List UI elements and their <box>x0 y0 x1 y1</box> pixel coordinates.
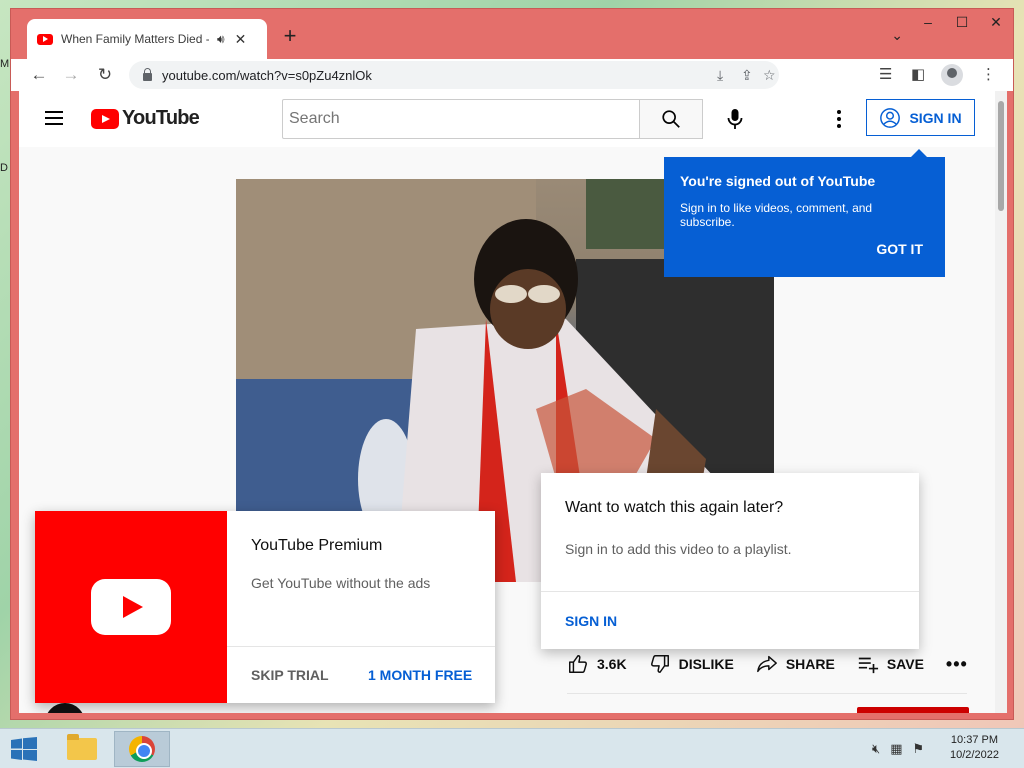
back-button[interactable]: ← <box>27 63 51 87</box>
youtube-favicon-icon <box>37 33 53 45</box>
search-field[interactable] <box>282 99 640 139</box>
watch-later-body: Sign in to add this video to a playlist. <box>565 541 792 557</box>
save-button[interactable]: SAVE <box>857 653 924 675</box>
system-tray: 🔇︎ ▦ ⚑ <box>872 741 924 757</box>
chrome-icon <box>129 736 155 762</box>
watch-later-popup: Want to watch this again later? Sign in … <box>541 473 919 649</box>
browser-window: When Family Matters Died - 🔊︎ ✕ + ⌄ – ☐ … <box>10 8 1014 720</box>
install-icon[interactable]: ⤓ <box>717 67 723 84</box>
search-icon <box>662 110 680 128</box>
network-icon[interactable]: ▦ <box>890 741 902 757</box>
forward-button[interactable]: → <box>59 63 83 87</box>
divider <box>227 646 495 647</box>
divider <box>541 591 919 592</box>
youtube-header: YouTube Search SIGN IN <box>19 91 995 147</box>
search-button[interactable] <box>639 99 703 139</box>
lock-icon[interactable] <box>143 68 152 81</box>
tab-title: When Family Matters Died - <box>61 32 209 46</box>
tab-search-icon[interactable]: ⌄ <box>891 27 903 44</box>
more-actions-icon[interactable]: ••• <box>946 654 968 675</box>
youtube-logo-icon <box>91 108 119 129</box>
divider <box>567 693 967 694</box>
browser-tab[interactable]: When Family Matters Died - 🔊︎ ✕ <box>27 19 267 59</box>
free-trial-button[interactable]: 1 MONTH FREE <box>368 667 472 683</box>
youtube-play-logo-icon <box>91 579 171 635</box>
menu-icon[interactable] <box>45 111 63 125</box>
system-clock[interactable]: 10:37 PM 10/2/2022 <box>950 733 999 763</box>
clock-time: 10:37 PM <box>950 734 999 746</box>
sign-in-label: SIGN IN <box>909 109 962 126</box>
browser-toolbar: ← → ↻ youtube.com/watch?v=s0pZu4znlOk ⤓ … <box>11 59 1013 91</box>
clock-date: 10/2/2022 <box>950 749 999 761</box>
tooltip-title: You're signed out of YouTube <box>680 173 876 189</box>
premium-artwork <box>35 511 227 703</box>
voice-search-button[interactable] <box>719 103 751 135</box>
reading-list-icon[interactable]: ☰ <box>879 65 892 83</box>
profile-avatar-icon[interactable] <box>941 64 963 86</box>
bookmark-star-icon[interactable]: ☆ <box>763 67 776 84</box>
new-tab-button[interactable]: + <box>277 23 303 49</box>
desktop-icon-label: M <box>0 58 10 70</box>
url-text[interactable]: youtube.com/watch?v=s0pZu4znlOk <box>162 68 372 83</box>
signed-out-tooltip: You're signed out of YouTube Sign in to … <box>664 149 945 277</box>
speaker-icon[interactable]: 🔊︎ <box>217 32 225 47</box>
thumbs-down-icon <box>650 655 669 673</box>
share-label: SHARE <box>785 656 835 672</box>
microphone-icon <box>727 109 743 129</box>
minimize-button[interactable]: – <box>911 9 945 35</box>
premium-title: YouTube Premium <box>251 537 383 554</box>
playlist-add-icon <box>858 657 878 674</box>
channel-avatar[interactable] <box>45 703 85 713</box>
sign-in-button[interactable]: SIGN IN <box>866 99 975 136</box>
tab-bar: When Family Matters Died - 🔊︎ ✕ + ⌄ – ☐ … <box>11 9 1013 59</box>
flag-icon[interactable]: ⚑ <box>913 741 925 757</box>
like-button[interactable]: 3.6K <box>567 653 627 675</box>
watch-later-sign-in-button[interactable]: SIGN IN <box>565 613 617 629</box>
premium-promo: YouTube Premium Get YouTube without the … <box>35 511 495 703</box>
save-label: SAVE <box>886 656 924 672</box>
thumbs-up-icon <box>569 655 587 673</box>
windows-start-icon[interactable] <box>10 737 38 761</box>
tooltip-body: Sign in to like videos, comment, and sub… <box>680 201 873 229</box>
taskbar: 🔇︎ ▦ ⚑ 10:37 PM 10/2/2022 <box>0 728 1024 768</box>
share-page-icon[interactable]: ⇪ <box>741 67 753 84</box>
search-input[interactable] <box>283 100 639 138</box>
file-explorer-button[interactable] <box>54 731 110 767</box>
window-controls: – ☐ ✕ <box>911 9 1013 35</box>
chrome-taskbar-button[interactable] <box>114 731 170 767</box>
dislike-button[interactable]: DISLIKE <box>649 653 734 675</box>
speaker-muted-icon[interactable]: 🔇︎ <box>872 741 880 757</box>
tab-close-icon[interactable]: ✕ <box>235 31 247 48</box>
folder-icon <box>67 734 97 760</box>
video-actions: 3.6K DISLIKE SHARE SAVE ••• <box>567 653 968 675</box>
premium-subtitle: Get YouTube without the ads <box>251 575 431 591</box>
page-scrollbar[interactable] <box>995 91 1007 713</box>
settings-more-icon[interactable] <box>827 103 851 135</box>
scrollbar-thumb[interactable] <box>998 101 1004 211</box>
youtube-logo[interactable]: YouTube <box>91 107 200 130</box>
side-panel-icon[interactable]: ◧ <box>911 65 925 83</box>
reload-button[interactable]: ↻ <box>93 63 117 87</box>
skip-trial-button[interactable]: SKIP TRIAL <box>251 667 329 683</box>
share-button[interactable]: SHARE <box>756 653 835 675</box>
got-it-button[interactable]: GOT IT <box>876 241 923 257</box>
subscribe-button[interactable] <box>857 707 969 713</box>
address-bar[interactable]: youtube.com/watch?v=s0pZu4znlOk ⤓ ⇪ ☆ <box>129 61 779 89</box>
desktop-icon-label: D <box>0 162 8 174</box>
youtube-logo-text: YouTube <box>122 107 200 129</box>
account-icon <box>880 107 901 128</box>
like-count: 3.6K <box>597 656 627 672</box>
browser-menu-icon[interactable]: ⋮ <box>981 65 996 83</box>
page-viewport: YouTube Search SIGN IN You're signed out… <box>19 91 1007 713</box>
watch-later-title: Want to watch this again later? <box>565 499 784 516</box>
close-window-button[interactable]: ✕ <box>979 9 1013 35</box>
dislike-label: DISLIKE <box>678 656 734 672</box>
share-icon <box>756 655 777 673</box>
maximize-button[interactable]: ☐ <box>945 9 979 35</box>
